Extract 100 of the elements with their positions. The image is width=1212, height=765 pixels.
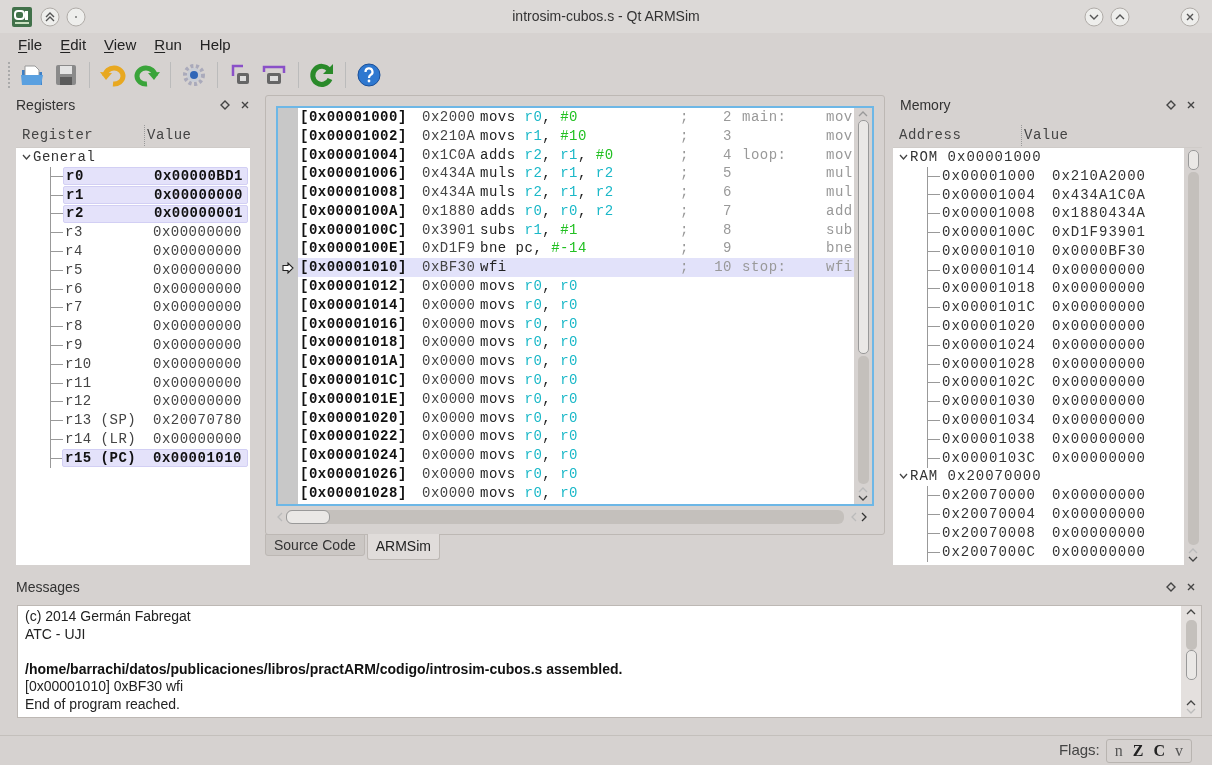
code-line[interactable]: [0x00001012] 0x0000 movs r0, r0 [298, 277, 854, 296]
register-row[interactable]: r4 0x00000000 [63, 242, 248, 261]
code-line[interactable]: [0x00001008] 0x434A muls r2, r1, r2 ; 6 mul [298, 183, 854, 202]
code-line[interactable]: [0x00001006] 0x434A muls r2, r1, r2 ; 5 mul [298, 164, 854, 184]
code-line[interactable]: [0x0000100E] 0xD1F9 bne pc, #-14 ; 9 bne [298, 239, 854, 259]
keep-above-button[interactable] [40, 6, 60, 27]
code-line[interactable]: [0x0000100C] 0x3901 subs r1, #1 ; 8 sub [298, 220, 854, 240]
source-line-number: 2 [722, 108, 732, 127]
instruction-opcode: 0x0000 [422, 295, 477, 315]
instruction-text: movs r0, r0 [480, 427, 579, 447]
comment-marker: ; [680, 258, 690, 278]
code-line[interactable]: [0x00001022] 0x0000 movs r0, r0 [298, 427, 854, 447]
menu-item[interactable]: Help [193, 32, 237, 58]
column-header[interactable]: Value [144, 125, 192, 146]
code-line[interactable]: [0x00001000] 0x2000 movs r0, #0 ; 2 main: mov [298, 108, 854, 127]
code-line[interactable]: [0x0000100A] 0x1880 adds r0, r0, r2 ; 7 add [298, 202, 854, 221]
help-icon [356, 62, 382, 88]
expanded-chevron-icon[interactable] [22, 153, 31, 162]
register-row[interactable]: r12 0x00000000 [63, 392, 248, 411]
message-line: ATC - UJI [25, 625, 87, 643]
instruction-address: [0x0000101C] [299, 371, 408, 391]
register-row[interactable]: r14 (LR) 0x00000000 [63, 430, 248, 449]
code-line[interactable]: [0x00001016] 0x0000 movs r0, r0 [298, 314, 854, 334]
code-line[interactable]: [0x0000101C] 0x0000 movs r0, r0 [298, 371, 854, 390]
register-name: r0 [66, 166, 85, 186]
memory-value: 0x00000000 [1052, 523, 1146, 543]
code-line[interactable]: [0x00001028] 0x0000 movs r0, r0 [298, 483, 854, 503]
float-button[interactable] [220, 100, 230, 110]
maximize-button[interactable] [1110, 6, 1130, 27]
register-row[interactable]: r8 0x00000000 [63, 317, 248, 336]
scrollbar-thumb[interactable] [1185, 650, 1197, 680]
register-row[interactable]: r3 0x00000000 [63, 223, 248, 242]
column-header[interactable]: Address [893, 125, 1021, 146]
register-row[interactable]: r13 (SP) 0x20070780 [63, 411, 248, 430]
instruction-address: [0x00001000] [299, 108, 408, 127]
code-line[interactable]: [0x00001004] 0x1C0A adds r2, r1, #0 ; 4 loop: mov [298, 145, 854, 165]
code-line[interactable]: [0x00001026] 0x0000 movs r0, r0 [298, 465, 854, 484]
help-button[interactable] [354, 60, 384, 90]
close-button[interactable] [240, 100, 250, 110]
scrollbar-thumb[interactable] [857, 120, 869, 354]
memory-address: 0x0000102C [941, 373, 1037, 393]
register-row[interactable]: r0 0x00000BD1 [63, 167, 248, 186]
register-row[interactable]: r2 0x00000001 [63, 205, 248, 223]
window-title: introsim-cubos.s - Qt ARMSim [512, 7, 700, 26]
register-row[interactable]: r10 0x00000000 [63, 355, 248, 374]
code-line[interactable]: [0x0000101E] 0x0000 movs r0, r0 [298, 389, 854, 409]
comment-marker: ; [680, 145, 690, 165]
editor-tab[interactable]: Source Code [265, 534, 365, 556]
menu-item[interactable]: View [98, 32, 143, 58]
code-line[interactable]: [0x00001024] 0x0000 movs r0, r0 [298, 446, 854, 466]
comment-marker: ; [680, 108, 690, 127]
code-line[interactable]: [0x00001014] 0x0000 movs r0, r0 [298, 295, 854, 315]
minimize-button[interactable] [1084, 6, 1104, 27]
float-button[interactable] [1166, 582, 1176, 592]
flag-indicator: Z [1132, 740, 1144, 761]
code-line[interactable]: [0x0000101A] 0x0000 movs r0, r0 [298, 352, 854, 372]
instruction-text: movs r0, r0 [480, 295, 579, 315]
instruction-opcode: 0x0000 [422, 408, 477, 428]
scrollbar-thumb[interactable] [286, 510, 330, 524]
register-row[interactable]: r1 0x00000000 [63, 186, 248, 205]
memory-address: 0x00001020 [941, 317, 1037, 337]
close-button[interactable] [1186, 582, 1196, 592]
source-line-number: 9 [722, 239, 732, 259]
scrollbar-thumb[interactable] [1187, 150, 1199, 170]
menu-item[interactable]: File [12, 32, 49, 58]
code-line[interactable]: [0x00001002] 0x210A movs r1, #10 ; 3 mov [298, 126, 854, 146]
editor-tab[interactable]: ARMSim [366, 534, 440, 560]
register-row[interactable]: r11 0x00000000 [63, 374, 248, 393]
instruction-opcode: 0x0000 [422, 277, 477, 297]
column-header[interactable]: Value [1021, 125, 1069, 146]
register-row[interactable]: r15 (PC) 0x00001010 [62, 449, 248, 468]
column-header[interactable]: Register [16, 125, 144, 146]
close-button[interactable] [1186, 100, 1196, 110]
register-row[interactable]: r6 0x00000000 [63, 280, 248, 299]
instruction-opcode: 0x0000 [422, 371, 477, 391]
tree-group-label[interactable]: RAM 0x20070000 [910, 466, 1042, 488]
close-button[interactable] [1180, 6, 1200, 27]
register-name: r4 [65, 242, 84, 262]
tree-group-label[interactable]: General [33, 147, 96, 168]
instruction-text: movs r0, r0 [480, 408, 579, 428]
register-value: 0x00000000 [153, 298, 242, 318]
memory-value: 0x00000000 [1052, 448, 1146, 468]
expanded-chevron-icon[interactable] [899, 152, 908, 162]
sticky-button[interactable] [66, 6, 86, 27]
code-line[interactable]: [0x00001018] 0x0000 movs r0, r0 [298, 333, 854, 353]
menu-item[interactable]: Edit [54, 32, 93, 58]
register-row[interactable]: r9 0x00000000 [63, 336, 248, 355]
menu-item[interactable]: Run [148, 32, 188, 58]
scrollbar-track[interactable] [286, 510, 844, 524]
tree-group-label[interactable]: ROM 0x00001000 [910, 148, 1042, 168]
expanded-chevron-icon[interactable] [899, 472, 908, 482]
register-row[interactable]: r5 0x00000000 [63, 261, 248, 280]
float-button[interactable] [1166, 100, 1176, 110]
instruction-opcode: 0x0000 [422, 446, 477, 466]
scrollbar-track[interactable] [1181, 606, 1201, 717]
register-name: r11 [65, 373, 93, 393]
instruction-opcode: 0xD1F9 [422, 239, 477, 259]
code-line[interactable]: [0x00001020] 0x0000 movs r0, r0 [298, 408, 854, 428]
register-row[interactable]: r7 0x00000000 [63, 298, 248, 317]
instruction-address: [0x0000100E] [299, 239, 408, 259]
